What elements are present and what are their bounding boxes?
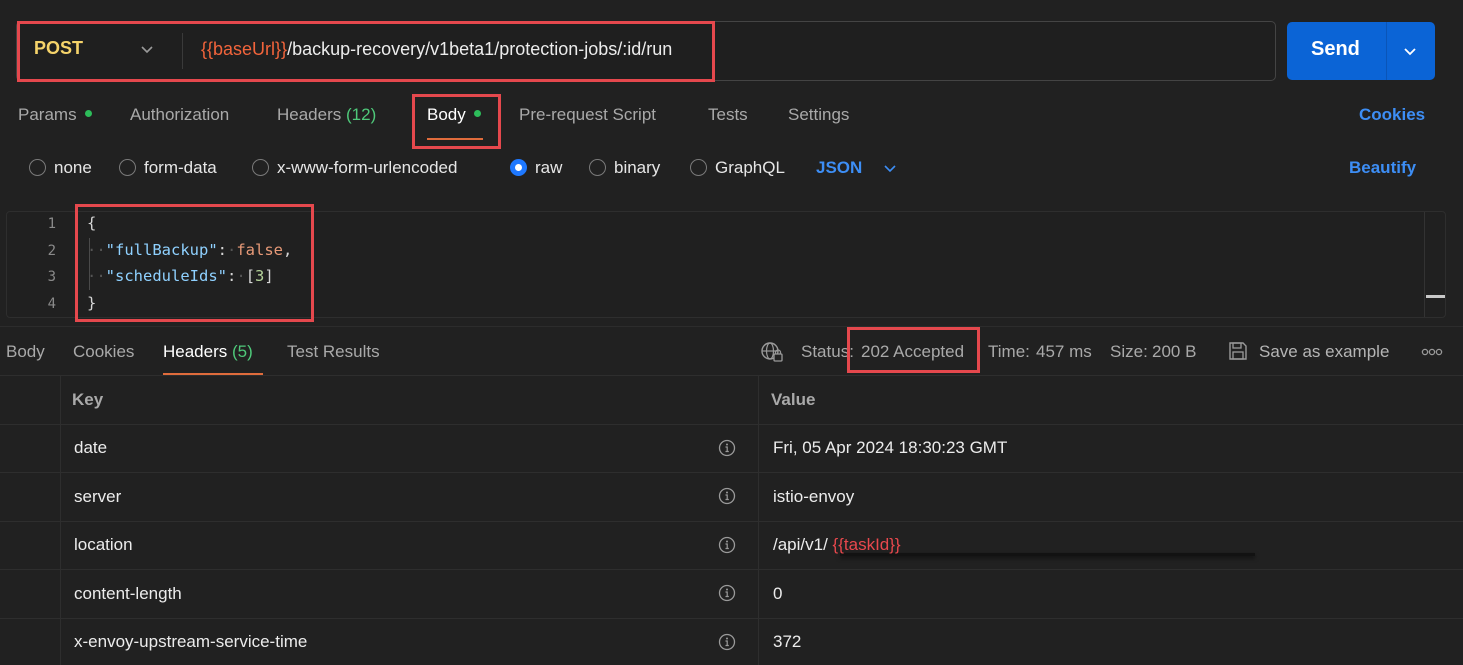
radio-circle[interactable] — [29, 159, 46, 176]
tab-authorization[interactable]: Authorization — [130, 105, 229, 125]
line-number: 4 — [47, 296, 56, 312]
radio-circle[interactable] — [589, 159, 606, 176]
radio-none[interactable]: none — [29, 158, 92, 178]
header-key: location — [74, 535, 133, 554]
radio-circle-checked[interactable] — [510, 159, 527, 176]
response-tab-cookies[interactable]: Cookies — [73, 342, 134, 362]
editor-scrollbar-thumb[interactable] — [1426, 295, 1445, 298]
tab-pre-request-script[interactable]: Pre-request Script — [519, 105, 656, 125]
header-key: content-length — [74, 584, 182, 603]
header-value: /api/v1/ {{taskId}} — [773, 535, 901, 554]
code-line-2: ··"fullBackup":·false, — [87, 241, 293, 259]
line-number: 1 — [47, 216, 56, 232]
info-icon[interactable] — [718, 536, 736, 554]
header-key: x-envoy-upstream-service-time — [74, 632, 308, 651]
radio-circle[interactable] — [119, 159, 136, 176]
row-divider — [0, 618, 1463, 619]
active-tab-underline — [427, 138, 483, 140]
format-select[interactable]: JSON — [816, 158, 862, 178]
column-header-value: Value — [771, 390, 816, 409]
response-tab-headers[interactable]: Headers (5) — [163, 342, 253, 362]
tab-params[interactable]: Params — [18, 105, 92, 125]
code-line-3: ··"scheduleIds":·[3] — [87, 267, 274, 285]
tab-settings[interactable]: Settings — [788, 105, 849, 125]
row-divider — [0, 521, 1463, 522]
radio-circle[interactable] — [252, 159, 269, 176]
header-value: Fri, 05 Apr 2024 18:30:23 GMT — [773, 438, 1008, 457]
status-value[interactable]: 202 Accepted — [861, 342, 964, 362]
time-value[interactable]: 457 ms — [1036, 342, 1092, 362]
status-label: Status: — [801, 342, 854, 361]
chevron-down-icon[interactable] — [138, 40, 156, 58]
tab-tests[interactable]: Tests — [708, 105, 748, 125]
radio-raw[interactable]: raw — [510, 158, 562, 178]
table-border — [0, 375, 1463, 376]
tab-body[interactable]: Body — [427, 105, 481, 125]
chevron-down-icon[interactable] — [882, 160, 898, 176]
beautify-button[interactable]: Beautify — [1349, 158, 1416, 178]
info-icon[interactable] — [718, 584, 736, 602]
response-tab-test-results[interactable]: Test Results — [287, 342, 380, 362]
code-line-1: { — [87, 214, 97, 232]
header-value-variable: {{taskId}} — [832, 535, 901, 554]
params-indicator-dot — [84, 110, 92, 117]
redaction-strip — [840, 553, 1255, 556]
editor-scrollbar-track — [1424, 212, 1425, 317]
radio-binary[interactable]: binary — [589, 158, 660, 178]
send-button-label[interactable]: Send — [1311, 38, 1360, 61]
info-icon[interactable] — [718, 439, 736, 457]
time-label: Time: — [988, 342, 1030, 361]
save-icon[interactable] — [1227, 340, 1249, 362]
save-as-example-button[interactable]: Save as example — [1259, 342, 1389, 362]
header-key: server — [74, 487, 122, 506]
radio-circle[interactable] — [690, 159, 707, 176]
header-value: 372 — [773, 632, 802, 651]
response-tab-body[interactable]: Body — [6, 342, 45, 362]
more-options-icon[interactable] — [1421, 347, 1443, 357]
radio-form-data[interactable]: form-data — [119, 158, 217, 178]
code-line-4: } — [87, 294, 97, 312]
radio-x-www-form-urlencoded[interactable]: x-www-form-urlencoded — [252, 158, 457, 178]
size-value[interactable]: 200 B — [1152, 342, 1196, 362]
row-divider — [0, 424, 1463, 425]
url-path: /backup-recovery/v1beta1/protection-jobs… — [287, 39, 673, 59]
send-split-divider — [1386, 22, 1387, 80]
line-number: 3 — [47, 269, 56, 285]
header-key: date — [74, 438, 108, 457]
line-number: 2 — [47, 243, 56, 259]
globe-lock-icon[interactable] — [760, 341, 784, 363]
url-input[interactable]: {{baseUrl}}/backup-recovery/v1beta1/prot… — [201, 39, 672, 60]
row-divider — [0, 472, 1463, 473]
info-icon[interactable] — [718, 487, 736, 505]
body-indicator-dot — [473, 110, 481, 117]
header-value: istio-envoy — [773, 487, 855, 506]
url-divider — [182, 33, 183, 69]
header-value: 0 — [773, 584, 783, 603]
size-label: Size: — [1110, 342, 1148, 361]
column-header-key: Key — [72, 390, 104, 409]
send-options-chevron-icon[interactable] — [1401, 42, 1419, 60]
info-icon[interactable] — [718, 633, 736, 651]
radio-graphql[interactable]: GraphQL — [690, 158, 785, 178]
tab-headers[interactable]: Headers (12) — [277, 105, 376, 125]
cookies-link[interactable]: Cookies — [1359, 105, 1425, 125]
method-select[interactable]: POST — [34, 38, 83, 59]
body-editor[interactable] — [6, 211, 1446, 318]
response-divider — [0, 326, 1463, 327]
row-divider — [0, 569, 1463, 570]
url-variable: {{baseUrl}} — [201, 39, 288, 59]
